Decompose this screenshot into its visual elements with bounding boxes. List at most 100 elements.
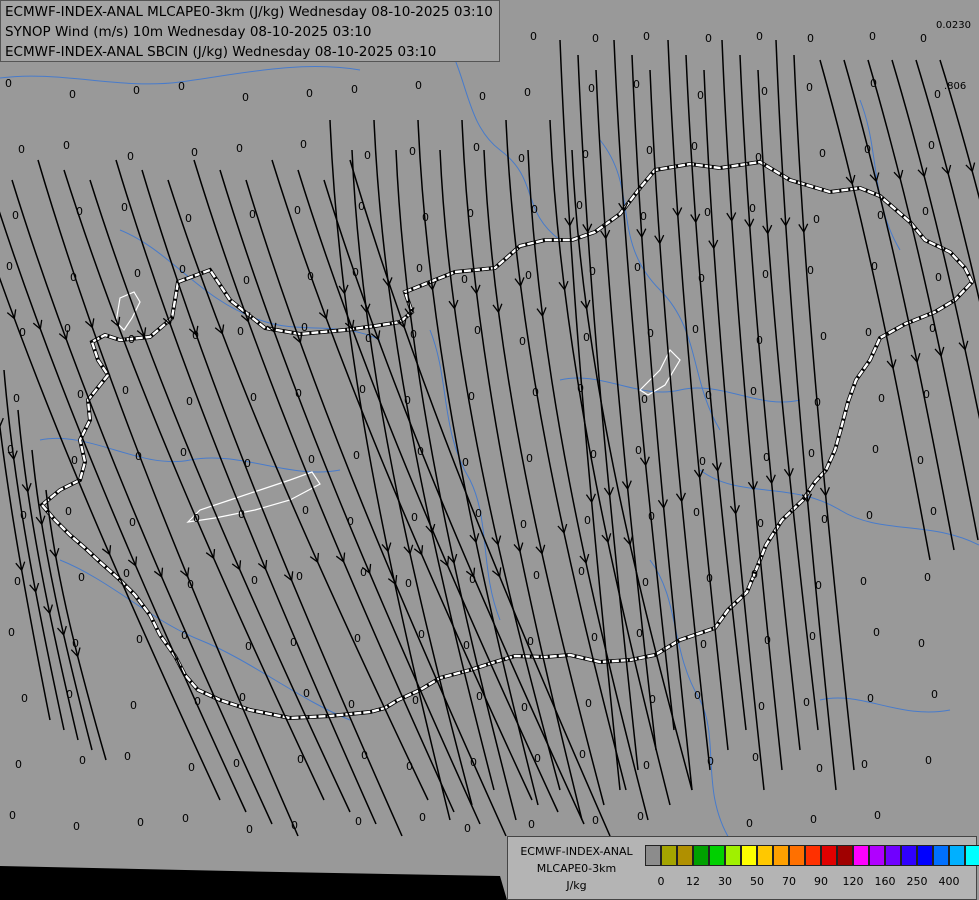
station-value: 0 (135, 450, 142, 463)
station-value: 0 (821, 513, 828, 526)
station-value: 0 (929, 322, 936, 335)
legend-name-line-3: J/kg (566, 879, 587, 892)
station-value: 0 (15, 758, 22, 771)
station-value: 0 (584, 514, 591, 527)
station-value: 0 (242, 91, 249, 104)
station-value: 0 (239, 691, 246, 704)
station-value: 0 (758, 700, 765, 713)
station-value: 0 (468, 390, 475, 403)
station-value: 0 (129, 516, 136, 529)
legend-swatch (741, 845, 757, 866)
legend-swatch (757, 845, 773, 866)
station-value: 0 (13, 392, 20, 405)
station-value: 0 (246, 823, 253, 836)
title-mlcape: ECMWF-INDEX-ANAL MLCAPE0-3km (J/kg) Wedn… (5, 4, 493, 20)
station-value: 0 (194, 695, 201, 708)
legend-swatch (661, 845, 677, 866)
station-value: 0 (464, 822, 471, 835)
station-value: 0 (865, 326, 872, 339)
station-value: 0 (237, 325, 244, 338)
map-background (0, 0, 979, 900)
legend-tick-label: 400 (938, 875, 960, 888)
station-value: 0 (700, 638, 707, 651)
legend-tick-label: 30 (718, 875, 732, 888)
station-value: 0 (359, 383, 366, 396)
station-value: 0 (12, 209, 19, 222)
station-value: 0 (935, 271, 942, 284)
station-value: 0 (763, 451, 770, 464)
station-value: 0 (245, 640, 252, 653)
legend-swatch (773, 845, 789, 866)
station-value: 0 (134, 267, 141, 280)
station-value: 0 (78, 571, 85, 584)
legend-name-line-1: ECMWF-INDEX-ANAL (520, 845, 633, 858)
station-value: 0 (693, 506, 700, 519)
station-value: 0 (476, 690, 483, 703)
station-value: 0 (524, 86, 531, 99)
station-value: 0 (874, 809, 881, 822)
station-value: 0 (579, 748, 586, 761)
station-value: 0 (592, 814, 599, 827)
legend-swatch (645, 845, 661, 866)
station-value: 0 (301, 321, 308, 334)
station-value: 0 (533, 569, 540, 582)
station-value: 0 (79, 754, 86, 767)
station-value: 0 (704, 206, 711, 219)
station-value: 0 (76, 205, 83, 218)
station-value: 0 (585, 697, 592, 710)
station-value: 0 (864, 143, 871, 156)
legend-swatch (725, 845, 741, 866)
station-value: 0 (809, 630, 816, 643)
station-value: 0 (764, 634, 771, 647)
station-value: 0 (870, 77, 877, 90)
station-value: 0 (303, 687, 310, 700)
legend-tick-label: 12 (686, 875, 700, 888)
station-value: 0 (807, 264, 814, 277)
station-value: 0 (698, 272, 705, 285)
station-value: 0 (133, 84, 140, 97)
station-value: 0 (182, 812, 189, 825)
station-value: 0 (128, 333, 135, 346)
station-value: 0 (63, 139, 70, 152)
station-value: 0 (643, 759, 650, 772)
station-value: 0 (467, 207, 474, 220)
legend-swatch (693, 845, 709, 866)
station-value: 0 (699, 455, 706, 468)
station-value: 0 (251, 574, 258, 587)
station-value: 0 (179, 263, 186, 276)
station-value: 0 (181, 629, 188, 642)
legend-swatch (789, 845, 805, 866)
station-value: 0 (290, 636, 297, 649)
station-value: 0 (518, 152, 525, 165)
station-value: 0 (520, 518, 527, 531)
station-value: 0 (807, 32, 814, 45)
station-value: 0 (306, 87, 313, 100)
station-value: 0 (641, 393, 648, 406)
station-value: 0 (9, 809, 16, 822)
station-value: 0 (705, 32, 712, 45)
station-value: 0 (860, 575, 867, 588)
station-value: 0 (920, 32, 927, 45)
station-value: 0 (820, 330, 827, 343)
station-value: 0 (72, 637, 79, 650)
station-value: 0 (635, 444, 642, 457)
station-value: 0 (355, 815, 362, 828)
station-value: 0 (928, 139, 935, 152)
station-value: 0 (127, 150, 134, 163)
station-value: 0 (866, 509, 873, 522)
station-value: 0 (869, 30, 876, 43)
station-value: 0 (815, 579, 822, 592)
corner-value-second: .806 (944, 81, 967, 92)
legend-swatch (709, 845, 725, 866)
legend-tick-label: 50 (750, 875, 764, 888)
color-legend: ECMWF-INDEX-ANAL MLCAPE0-3km J/kg 0 12 30 5… (507, 836, 979, 900)
legend-tick-label: 160 (874, 875, 896, 888)
station-value: 0 (532, 386, 539, 399)
station-value: 0 (810, 813, 817, 826)
legend-swatch (837, 845, 853, 866)
station-value: 0 (643, 30, 650, 43)
station-value: 0 (291, 819, 298, 832)
station-value: 0 (186, 395, 193, 408)
station-value: 0 (410, 328, 417, 341)
station-value: 0 (124, 750, 131, 763)
